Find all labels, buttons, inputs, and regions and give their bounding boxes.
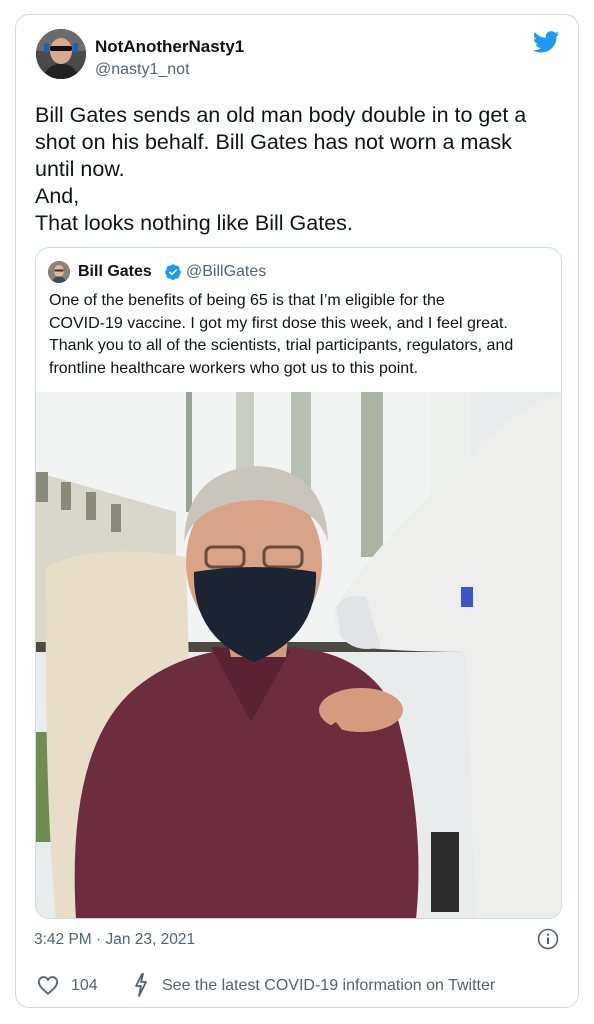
tweet-line: And,: [35, 184, 80, 208]
like-count[interactable]: 104: [71, 977, 98, 995]
covid-info-link[interactable]: See the latest COVID-19 information on T…: [162, 977, 495, 995]
tweet-card: NotAnotherNasty1 @nasty1_not Bill Gates …: [15, 14, 579, 1008]
quoted-tweet[interactable]: Bill Gates @BillGates One of the benefit…: [35, 247, 562, 919]
quoted-text: One of the benefits of being 65 is that …: [49, 290, 554, 380]
quoted-line: One of the benefits of being 65 is that …: [49, 292, 445, 309]
quoted-line: Thank you to all of the scientists, tria…: [49, 337, 514, 354]
quoted-author-avatar[interactable]: [48, 261, 70, 283]
tweet-line: until now.: [35, 157, 125, 181]
tweet-line: Bill Gates sends an old man body double …: [35, 103, 527, 127]
quoted-author-handle[interactable]: @BillGates: [186, 263, 266, 281]
tweet-line: That looks nothing like Bill Gates.: [35, 211, 353, 235]
author-name[interactable]: NotAnotherNasty1: [95, 37, 244, 57]
quoted-line: COVID-19 vaccine. I got my first dose th…: [49, 314, 508, 332]
tweet-text: Bill Gates sends an old man body double …: [35, 102, 565, 237]
lightning-bolt-icon: [133, 973, 149, 997]
info-icon[interactable]: [537, 928, 559, 950]
tweet-photo[interactable]: [36, 392, 561, 918]
author-avatar[interactable]: [36, 29, 86, 79]
verified-badge-icon: [164, 263, 182, 281]
quoted-line: frontline healthcare workers who got us …: [49, 359, 419, 377]
heart-icon[interactable]: [37, 975, 59, 995]
twitter-bird-icon[interactable]: [532, 31, 560, 53]
tweet-timestamp[interactable]: 3:42 PM · Jan 23, 2021: [34, 931, 195, 949]
author-handle[interactable]: @nasty1_not: [95, 60, 190, 80]
tweet-line: shot on his behalf. Bill Gates has not w…: [35, 130, 512, 154]
quoted-author-name[interactable]: Bill Gates: [78, 263, 152, 281]
